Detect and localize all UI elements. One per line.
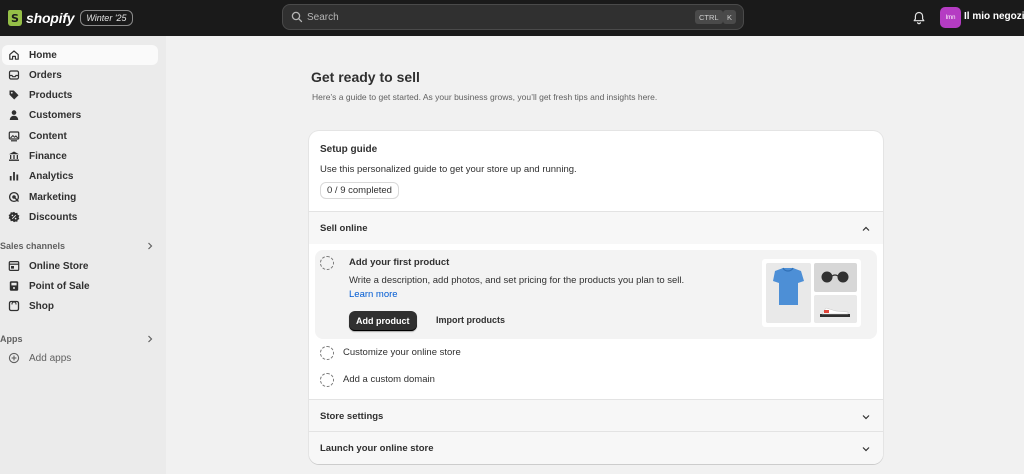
task-add-first-product: Add your first product Write a descripti…	[315, 250, 877, 339]
shopify-logo[interactable]: shopify	[8, 10, 75, 26]
sidebar-item-marketing[interactable]: Marketing	[2, 187, 158, 207]
task-status-circle-icon[interactable]	[320, 346, 334, 360]
sidebar-item-label: Add apps	[29, 352, 72, 364]
store-icon	[8, 260, 20, 272]
sidebar-item-label: Analytics	[29, 170, 74, 182]
import-products-button[interactable]: Import products	[436, 315, 505, 325]
launch-store-section-header[interactable]: Launch your online store	[309, 431, 883, 464]
chevron-down-icon[interactable]	[861, 412, 871, 422]
sales-channels-heading[interactable]: Sales channels	[0, 238, 160, 254]
top-bar: shopify Winter '25 CTRL K Imn Il mio neg…	[0, 0, 1024, 36]
sidebar-item-home[interactable]: Home	[2, 45, 158, 65]
discount-icon	[8, 211, 20, 223]
sidebar-item-label: Orders	[29, 69, 62, 81]
task-add-custom-domain[interactable]: Add a custom domain	[343, 374, 435, 385]
task-customize-online-store[interactable]: Customize your online store	[343, 347, 461, 358]
pos-icon	[8, 280, 20, 292]
sidebar-item-add-apps[interactable]: Add apps	[2, 348, 158, 368]
sidebar-item-label: Products	[29, 89, 73, 101]
sidebar-item-finance[interactable]: Finance	[2, 146, 158, 166]
sidebar-item-label: Discounts	[29, 211, 78, 223]
sidebar-item-point-of-sale[interactable]: Point of Sale	[2, 276, 158, 296]
search-input[interactable]	[307, 11, 677, 23]
shortcut-k-key: K	[723, 10, 737, 24]
sidebar-item-products[interactable]: Products	[2, 85, 158, 105]
chevron-right-icon	[146, 242, 154, 250]
task-status-circle-icon[interactable]	[320, 373, 334, 387]
add-product-button[interactable]: Add product	[349, 311, 417, 331]
sidebar-item-label: Home	[29, 49, 57, 61]
progress-badge: 0 / 9 completed	[320, 182, 399, 199]
sidebar-item-label: Customers	[29, 109, 82, 121]
task-status-circle-icon[interactable]	[320, 256, 334, 270]
setup-guide-title: Setup guide	[320, 144, 378, 155]
products-illustration	[762, 259, 861, 327]
notifications-bell-icon[interactable]	[911, 10, 927, 26]
search-icon	[291, 11, 303, 23]
learn-more-link[interactable]: Learn more	[349, 289, 398, 300]
inbox-icon	[8, 69, 20, 81]
person-icon	[8, 109, 20, 121]
setup-guide-description: Use this personalized guide to get your …	[320, 164, 577, 175]
bank-icon	[8, 150, 20, 162]
page-title: Get ready to sell	[311, 69, 420, 85]
bar-chart-icon	[8, 170, 20, 182]
sidebar-item-customers[interactable]: Customers	[2, 105, 158, 125]
section-label: Sell online	[320, 222, 368, 234]
target-icon	[8, 191, 20, 203]
tag-icon	[8, 89, 20, 101]
brand-name: shopify	[26, 10, 75, 26]
chevron-up-icon[interactable]	[861, 224, 871, 234]
store-avatar[interactable]: Imn	[940, 7, 961, 28]
content-icon	[8, 130, 20, 142]
sidebar-item-label: Online Store	[29, 260, 89, 272]
search-bar[interactable]: CTRL K	[282, 4, 744, 30]
shopify-bag-icon	[8, 10, 22, 26]
shortcut-ctrl-key: CTRL	[695, 10, 723, 24]
apps-heading[interactable]: Apps	[0, 331, 160, 347]
chevron-down-icon[interactable]	[861, 444, 871, 454]
sidebar-item-shop[interactable]: Shop	[2, 296, 158, 316]
sales-channels-label: Sales channels	[0, 241, 66, 251]
store-settings-section-header[interactable]: Store settings	[309, 399, 883, 432]
sidebar-item-analytics[interactable]: Analytics	[2, 166, 158, 186]
plus-circle-icon	[8, 352, 20, 364]
section-label: Store settings	[320, 410, 384, 422]
setup-guide-card: Setup guide Use this personalized guide …	[309, 131, 883, 464]
apps-label: Apps	[0, 334, 23, 344]
store-name[interactable]: Il mio negozio	[964, 11, 1024, 22]
edition-badge[interactable]: Winter '25	[80, 10, 133, 26]
sidebar-item-content[interactable]: Content	[2, 126, 158, 146]
page-subtitle: Here’s a guide to get started. As your b…	[312, 92, 658, 102]
sidebar-item-online-store[interactable]: Online Store	[2, 256, 158, 276]
section-label: Launch your online store	[320, 442, 434, 454]
sidebar: Home Orders Products Customers Content F…	[0, 36, 166, 474]
sidebar-item-label: Point of Sale	[29, 280, 90, 292]
sidebar-item-orders[interactable]: Orders	[2, 65, 158, 85]
task-title: Add your first product	[349, 257, 450, 268]
task-description-text: Write a description, add photos, and set…	[349, 275, 685, 286]
sidebar-item-label: Marketing	[29, 191, 77, 203]
sell-online-section-header[interactable]: Sell online	[309, 211, 883, 244]
sidebar-item-label: Shop	[29, 300, 54, 312]
sidebar-item-label: Finance	[29, 150, 67, 162]
shop-bag-icon	[8, 300, 20, 312]
home-icon	[8, 49, 20, 61]
chevron-right-icon	[146, 335, 154, 343]
task-description: Write a description, add photos, and set…	[349, 274, 709, 302]
sidebar-item-discounts[interactable]: Discounts	[2, 207, 158, 227]
sidebar-item-label: Content	[29, 130, 67, 142]
